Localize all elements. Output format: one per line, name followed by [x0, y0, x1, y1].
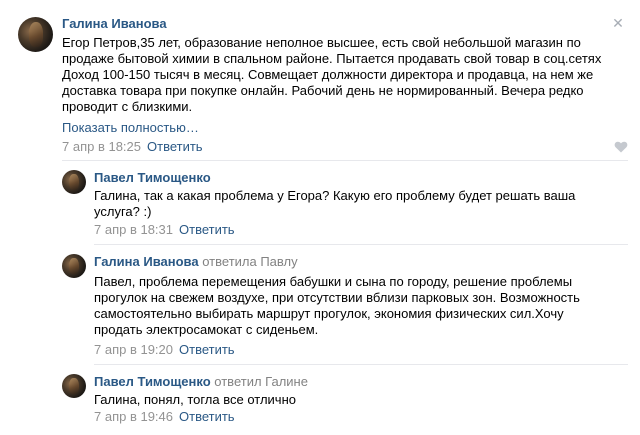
reply-button[interactable]: Ответить	[147, 139, 203, 154]
reply-button[interactable]: Ответить	[179, 342, 235, 357]
text-line: самостоятельно выбирать маршрут прогулок…	[94, 306, 564, 321]
comment-text: Галина, так а какая проблема у Егора? Ка…	[94, 188, 575, 220]
text-line: Галина, понял, тогла все отлично	[94, 392, 296, 407]
avatar[interactable]	[18, 17, 53, 52]
author-name[interactable]: Галина Иванова	[94, 254, 199, 269]
text-line: продаже бытовой химии в спальном районе.…	[62, 51, 602, 66]
comment-date[interactable]: 7 апр в 18:31	[94, 222, 173, 237]
comment-date[interactable]: 7 апр в 19:20	[94, 342, 173, 357]
reply-to-label[interactable]: ответила Павлу	[202, 254, 297, 269]
text-line: доставка товара при покупке онлайн. Рабо…	[62, 83, 584, 98]
comment-author[interactable]: Галина Иванова ответила Павлу	[94, 254, 298, 269]
divider	[94, 364, 628, 365]
comment-text: Егор Петров,35 лет, образование неполное…	[62, 35, 601, 115]
comment-text: Галина, понял, тогла все отлично	[94, 392, 296, 408]
divider	[62, 160, 628, 161]
text-line: Павел, проблема перемещения бабушки и сы…	[94, 274, 573, 289]
comment-meta: 7 апр в 19:46 Ответить	[94, 409, 235, 424]
comment-meta: 7 апр в 19:20 Ответить	[94, 342, 235, 357]
comment-date[interactable]: 7 апр в 19:46	[94, 409, 173, 424]
reply-button[interactable]: Ответить	[179, 222, 235, 237]
comment-meta: 7 апр в 18:25 Ответить	[62, 139, 203, 154]
close-icon[interactable]: ✕	[612, 16, 624, 30]
text-line: Доход 100-150 тысяч в месяц. Совмещает д…	[62, 67, 594, 82]
heart-icon[interactable]	[614, 141, 628, 153]
text-line: прогулок на свежем воздухе, при отсутств…	[94, 290, 580, 305]
comment-text: Павел, проблема перемещения бабушки и сы…	[94, 274, 580, 338]
text-line: проводит с близкими.	[62, 99, 193, 114]
avatar[interactable]	[62, 170, 86, 194]
comment-author[interactable]: Павел Тимощенко	[94, 170, 211, 185]
comment-author[interactable]: Галина Иванова	[62, 16, 167, 31]
avatar[interactable]	[62, 374, 86, 398]
comment-author[interactable]: Павел Тимощенко ответил Галине	[94, 374, 308, 389]
text-line: услуга? :)	[94, 204, 152, 219]
comment-date[interactable]: 7 апр в 18:25	[62, 139, 141, 154]
author-name[interactable]: Павел Тимощенко	[94, 374, 211, 389]
show-more-link[interactable]: Показать полностью…	[62, 120, 199, 135]
reply-to-label[interactable]: ответил Галине	[214, 374, 308, 389]
comment-meta: 7 апр в 18:31 Ответить	[94, 222, 235, 237]
divider	[94, 244, 628, 245]
text-line: Галина, так а какая проблема у Егора? Ка…	[94, 188, 576, 203]
avatar[interactable]	[62, 254, 86, 278]
text-line: Егор Петров,35 лет, образование неполное…	[62, 35, 581, 50]
text-line: продать электросамокат с сиденьем.	[94, 322, 319, 337]
reply-button[interactable]: Ответить	[179, 409, 235, 424]
